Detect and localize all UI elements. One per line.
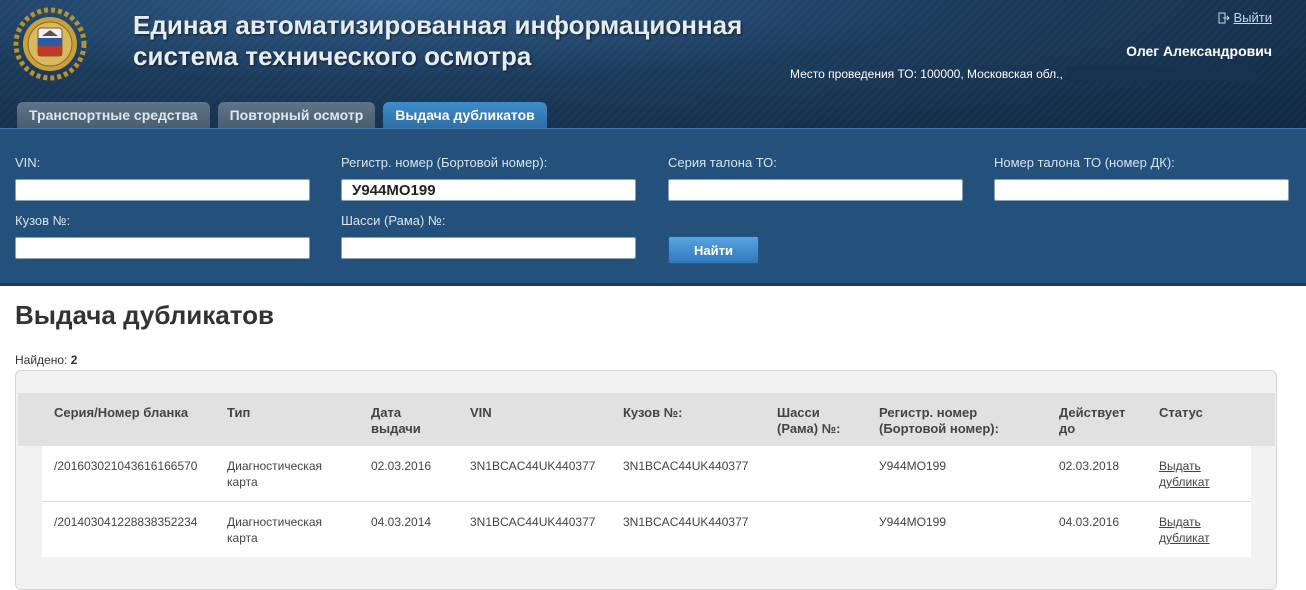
- issue-duplicate-line2[interactable]: дубликат: [1159, 531, 1210, 545]
- site-title: Единая автоматизированная информационная…: [133, 10, 773, 72]
- cell-date: 02.03.2016: [371, 459, 432, 473]
- issue-duplicate-link[interactable]: Выдать дубликат: [1159, 458, 1210, 490]
- tab-vehicles[interactable]: Транспортные средства: [17, 102, 210, 128]
- ticket-series-label: Серия талона ТО:: [668, 155, 777, 170]
- col-body: Кузов №:: [623, 405, 683, 420]
- found-count: Найдено: 2: [15, 353, 77, 367]
- table-row: /201403041228838352234 Диагностическая к…: [42, 502, 1251, 558]
- tab-vehicles-label: Транспортные средства: [29, 107, 198, 123]
- col-reg-number: Регистр. номер (Бортовой номер):: [879, 405, 999, 437]
- cell-vin: 3N1BCAC44UK440377: [470, 459, 596, 473]
- inspection-place: Место проведения ТО: 100000, Московская …: [790, 66, 1257, 82]
- col-reg-line1: Регистр. номер: [879, 405, 978, 420]
- col-chassis-line2: (Рама) №:: [777, 421, 841, 436]
- results-panel: Серия/Номер бланка Тип Дата выдачи VIN К…: [15, 370, 1277, 590]
- chassis-number-label: Шасси (Рама) №:: [341, 213, 446, 228]
- table-row: /201603021043616166570 Диагностическая к…: [42, 446, 1251, 502]
- col-date-line1: Дата: [371, 405, 402, 420]
- col-chassis-line1: Шасси: [777, 405, 820, 420]
- tab-duplicates[interactable]: Выдача дубликатов: [383, 102, 547, 128]
- found-value: 2: [70, 353, 78, 367]
- cell-date: 04.03.2014: [371, 515, 432, 529]
- cell-type-line1: Диагностическая: [227, 459, 322, 473]
- col-valid-line1: Действует: [1059, 405, 1126, 420]
- reg-number-label: Регистр. номер (Бортовой номер):: [341, 155, 548, 170]
- found-label: Найдено:: [15, 353, 68, 367]
- ticket-number-label: Номер талона ТО (номер ДК):: [994, 155, 1175, 170]
- tab-duplicates-label: Выдача дубликатов: [395, 107, 535, 123]
- vin-input[interactable]: [15, 179, 310, 201]
- cell-type-line1: Диагностическая: [227, 515, 322, 529]
- body-number-label: Кузов №:: [15, 213, 71, 228]
- chassis-number-input[interactable]: [341, 237, 636, 259]
- col-date-line2: выдачи: [371, 421, 421, 436]
- col-status: Статус: [1159, 405, 1203, 420]
- issue-duplicate-link[interactable]: Выдать дубликат: [1159, 514, 1210, 546]
- cell-body: 3N1BCAC44UK440377: [623, 515, 749, 529]
- site-title-line2: система технического осмотра: [133, 41, 532, 71]
- search-panel: VIN: Регистр. номер (Бортовой номер): Се…: [0, 128, 1306, 286]
- logout-link[interactable]: Выйти: [1218, 10, 1273, 25]
- col-valid-until: Действует до: [1059, 405, 1125, 437]
- cell-valid-until: 04.03.2016: [1059, 515, 1120, 529]
- logout-label[interactable]: Выйти: [1234, 10, 1273, 25]
- ticket-number-input[interactable]: [994, 179, 1289, 201]
- cell-valid-until: 02.03.2018: [1059, 459, 1120, 473]
- tab-reinspection-label: Повторный осмотр: [229, 107, 364, 123]
- cell-series: /201603021043616166570: [54, 459, 198, 473]
- col-reg-line2: (Бортовой номер):: [879, 421, 999, 436]
- find-button[interactable]: Найти: [668, 236, 759, 264]
- table-header: Серия/Номер бланка Тип Дата выдачи VIN К…: [18, 393, 1275, 446]
- panel-footer: [18, 557, 1275, 588]
- body-number-input[interactable]: [15, 237, 310, 259]
- logout-icon: [1218, 12, 1230, 23]
- inspection-place-text: Место проведения ТО: 100000, Московская …: [790, 67, 1063, 81]
- emblem-logo-icon: [13, 7, 87, 81]
- col-date: Дата выдачи: [371, 405, 421, 437]
- col-valid-line2: до: [1059, 421, 1076, 436]
- cell-body: 3N1BCAC44UK440377: [623, 459, 749, 473]
- issue-duplicate-line1[interactable]: Выдать: [1159, 459, 1201, 473]
- page-title: Выдача дубликатов: [15, 300, 274, 330]
- cell-type-line2: карта: [227, 475, 258, 489]
- app-header: Единая автоматизированная информационная…: [0, 0, 1306, 128]
- col-chassis: Шасси (Рама) №:: [777, 405, 841, 437]
- vin-label: VIN:: [15, 155, 41, 170]
- issue-duplicate-line2[interactable]: дубликат: [1159, 475, 1210, 489]
- cell-type: Диагностическая карта: [227, 458, 322, 490]
- col-vin: VIN: [470, 405, 492, 420]
- ticket-series-input[interactable]: [668, 179, 963, 201]
- cell-vin: 3N1BCAC44UK440377: [470, 515, 596, 529]
- cell-reg-number: У944МО199: [879, 515, 946, 529]
- redacted-address: [1066, 66, 1257, 82]
- cell-type: Диагностическая карта: [227, 514, 322, 546]
- col-series: Серия/Номер бланка: [54, 405, 189, 420]
- table-body: /201603021043616166570 Диагностическая к…: [42, 446, 1251, 558]
- reg-number-input[interactable]: [341, 179, 636, 201]
- cell-reg-number: У944МО199: [879, 459, 946, 473]
- cell-series: /201403041228838352234: [54, 515, 198, 529]
- issue-duplicate-line1[interactable]: Выдать: [1159, 515, 1201, 529]
- site-title-line1: Единая автоматизированная информационная: [133, 10, 743, 40]
- user-name: Олег Александрович: [1126, 43, 1272, 59]
- tab-reinspection[interactable]: Повторный осмотр: [217, 102, 376, 128]
- cell-type-line2: карта: [227, 531, 258, 545]
- col-type: Тип: [227, 405, 251, 420]
- main-tabs: Транспортные средства Повторный осмотр В…: [17, 102, 547, 128]
